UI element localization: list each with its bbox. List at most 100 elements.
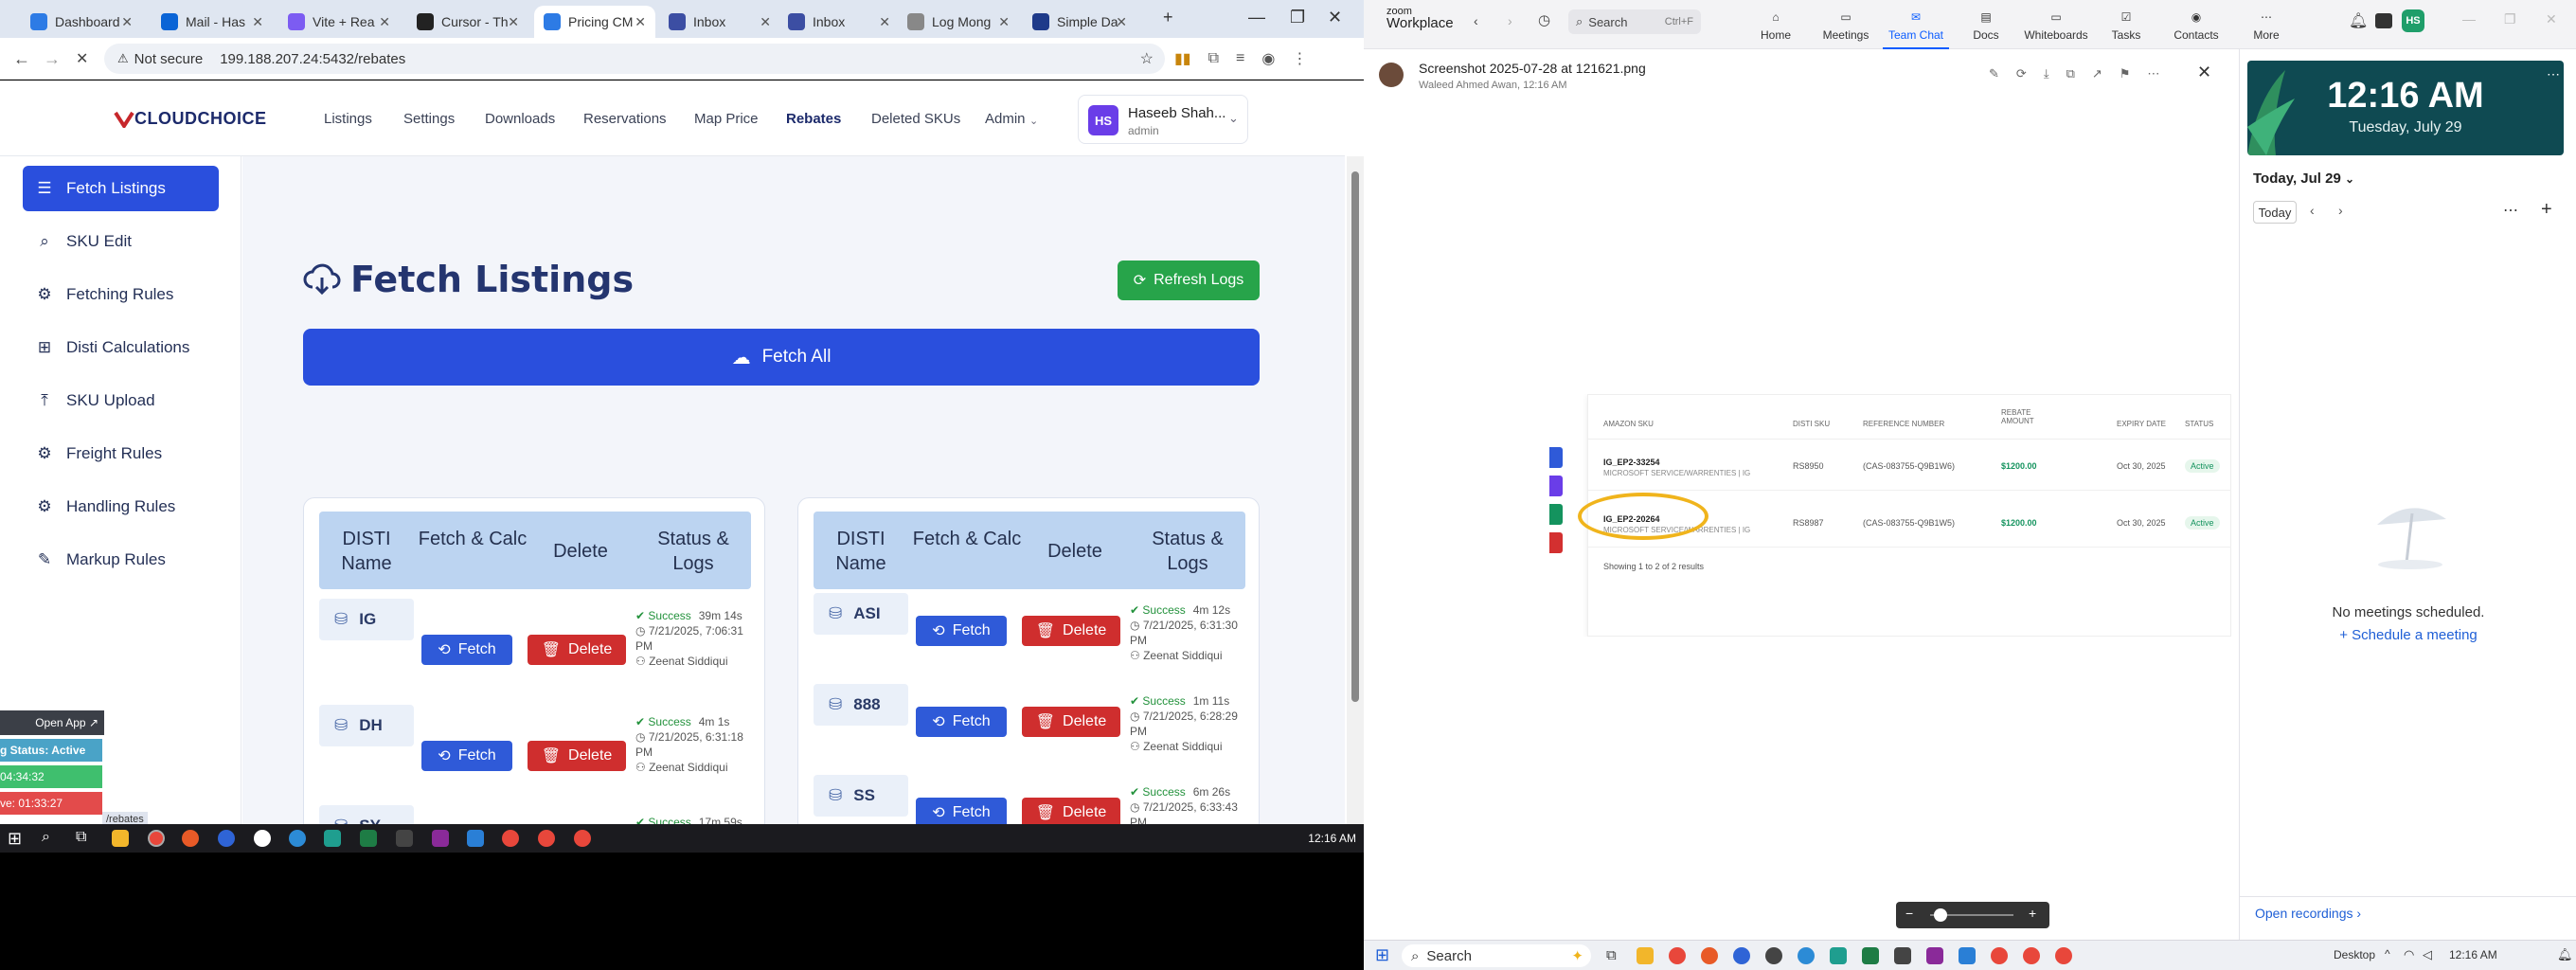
app-icon[interactable] bbox=[289, 830, 306, 847]
tray-chevron-icon[interactable]: ^ bbox=[2385, 947, 2390, 961]
zoom-search-input[interactable]: ⌕ Search Ctrl+F bbox=[1568, 9, 1701, 34]
history-icon[interactable]: ◷ bbox=[1538, 11, 1550, 28]
onenote-icon[interactable] bbox=[1926, 947, 1943, 964]
copy-icon[interactable]: ⧉ bbox=[2066, 66, 2075, 81]
fetch-button[interactable]: ⟲ Fetch bbox=[916, 798, 1007, 824]
refresh-logs-button[interactable]: ⟳ Refresh Logs bbox=[1118, 260, 1260, 300]
chrome-icon[interactable] bbox=[1991, 947, 2008, 964]
rotate-icon[interactable]: ⟳ bbox=[2016, 66, 2027, 81]
browser-tab[interactable]: Dashboard ✕ bbox=[21, 6, 142, 38]
firefox-icon[interactable] bbox=[1701, 947, 1718, 964]
chrome-icon[interactable] bbox=[2055, 947, 2072, 964]
file-explorer-icon[interactable] bbox=[1637, 947, 1654, 964]
task-view-icon[interactable]: ⧉ bbox=[1606, 947, 1617, 963]
today-button[interactable]: Today bbox=[2253, 201, 2297, 224]
vscode-icon[interactable] bbox=[1959, 947, 1976, 964]
tab-close-icon[interactable]: ✕ bbox=[879, 14, 890, 30]
zoom-nav-home[interactable]: ⌂ Home bbox=[1743, 6, 1809, 42]
cloudchoice-logo[interactable]: CLOUDCHOICE bbox=[114, 109, 267, 129]
nav-map-price[interactable]: Map Price bbox=[694, 111, 759, 127]
day-selector[interactable]: Today, Jul 29 ⌄ bbox=[2253, 171, 2354, 187]
menu-icon[interactable]: ⋮ bbox=[1292, 49, 1307, 68]
nav-settings[interactable]: Settings bbox=[403, 111, 455, 127]
tab-close-icon[interactable]: ✕ bbox=[252, 14, 263, 30]
tab-close-icon[interactable]: ✕ bbox=[121, 14, 133, 30]
zoom-nav-team-chat[interactable]: ✉ Team Chat bbox=[1883, 6, 1949, 49]
fetch-button[interactable]: ⟲ Fetch bbox=[916, 707, 1007, 737]
terminal-icon[interactable] bbox=[396, 830, 413, 847]
zoom-slider[interactable]: − + bbox=[1896, 902, 2049, 928]
more-icon[interactable]: ⋯ bbox=[2547, 66, 2560, 82]
nav-admin[interactable]: Admin bbox=[985, 111, 1026, 127]
fetch-all-button[interactable]: ☁ Fetch All bbox=[303, 329, 1260, 386]
next-day-icon[interactable]: › bbox=[2338, 203, 2343, 218]
notification-bell-icon[interactable]: 🔔︎ bbox=[2557, 947, 2573, 962]
browser-tab[interactable]: Inbox ✕ bbox=[659, 6, 780, 38]
media-icon[interactable]: ≡ bbox=[1236, 50, 1244, 67]
bookmark-star-icon[interactable]: ☆ bbox=[1140, 49, 1154, 68]
nav-rebates[interactable]: Rebates bbox=[786, 111, 841, 127]
volume-icon[interactable]: ◁ bbox=[2423, 947, 2432, 962]
browser-tab[interactable]: Pricing CM ✕ bbox=[534, 6, 655, 38]
excel-icon[interactable] bbox=[1862, 947, 1879, 964]
forward-icon[interactable]: → bbox=[44, 49, 61, 69]
sidebar-item-sku-upload[interactable]: ⤒ SKU Upload bbox=[23, 378, 219, 423]
wifi-icon[interactable]: ◠ bbox=[2404, 947, 2414, 962]
zoom-out-icon[interactable]: − bbox=[1905, 906, 1913, 921]
bookmark-icon[interactable]: ⚑ bbox=[2120, 66, 2131, 81]
profile-icon[interactable]: ◉ bbox=[1261, 49, 1275, 68]
chrome-icon[interactable] bbox=[538, 830, 555, 847]
slider-thumb[interactable] bbox=[1934, 908, 1947, 922]
tab-close-icon[interactable]: ✕ bbox=[760, 14, 771, 30]
open-app-button[interactable]: Open App ↗ bbox=[0, 710, 104, 735]
browser-tab[interactable]: Simple Da ✕ bbox=[1023, 6, 1136, 38]
delete-button[interactable]: 🗑︎ Delete bbox=[1022, 616, 1120, 646]
browser-tab[interactable]: Vite + Rea ✕ bbox=[278, 6, 400, 38]
more-icon[interactable]: ⋯ bbox=[2503, 201, 2518, 220]
delete-button[interactable]: 🗑︎ Delete bbox=[528, 741, 626, 771]
prev-day-icon[interactable]: ‹ bbox=[2310, 203, 2315, 218]
extension-icon[interactable]: ▮▮ bbox=[1174, 49, 1191, 68]
tab-add-icon[interactable]: + bbox=[1163, 8, 1173, 27]
fetch-button[interactable]: ⟲ Fetch bbox=[916, 616, 1007, 646]
zoom-in-icon[interactable]: + bbox=[2029, 906, 2036, 921]
minimize-icon[interactable]: — bbox=[2462, 11, 2476, 27]
chrome-icon[interactable] bbox=[148, 830, 165, 847]
sidebar-item-fetching-rules[interactable]: ⚙ Fetching Rules bbox=[23, 272, 219, 317]
zoom-nav-meetings[interactable]: ▭ Meetings bbox=[1813, 6, 1879, 42]
zoom-avatar[interactable]: HS bbox=[2402, 9, 2424, 32]
search-icon[interactable]: ⌕ bbox=[42, 829, 50, 846]
browser-tab[interactable]: Mail - Has ✕ bbox=[152, 6, 273, 38]
tab-close-icon[interactable]: ✕ bbox=[998, 14, 1010, 30]
tab-close-icon[interactable]: ✕ bbox=[635, 14, 646, 30]
page-scrollbar[interactable] bbox=[1347, 156, 1364, 824]
clock-app-icon[interactable] bbox=[1765, 947, 1782, 964]
onenote-icon[interactable] bbox=[432, 830, 449, 847]
back-icon[interactable]: ← bbox=[13, 49, 30, 69]
sidebar-item-freight-rules[interactable]: ⚙ Freight Rules bbox=[23, 431, 219, 476]
nav-downloads[interactable]: Downloads bbox=[485, 111, 555, 127]
close-icon[interactable]: ✕ bbox=[2546, 11, 2557, 27]
chrome-icon[interactable] bbox=[1669, 947, 1686, 964]
edit-icon[interactable]: ✎ bbox=[1989, 66, 1999, 81]
file-explorer-icon[interactable] bbox=[112, 830, 129, 847]
tab-close-icon[interactable]: ✕ bbox=[379, 14, 390, 30]
delete-button[interactable]: 🗑︎ Delete bbox=[1022, 707, 1120, 737]
stop-icon[interactable]: ✕ bbox=[76, 49, 88, 68]
schedule-meeting-link[interactable]: + Schedule a meeting bbox=[2240, 627, 2576, 643]
fetch-button[interactable]: ⟲ Fetch bbox=[421, 741, 512, 771]
close-window-icon[interactable]: ✕ bbox=[1328, 8, 1342, 27]
share-icon[interactable]: ↗ bbox=[2092, 66, 2102, 81]
add-event-icon[interactable]: + bbox=[2541, 199, 2552, 221]
puzzle-icon[interactable]: ⧉ bbox=[1208, 50, 1219, 67]
task-view-icon[interactable]: ⧉ bbox=[76, 829, 86, 846]
sidebar-item-fetch-listings[interactable]: ☰ Fetch Listings bbox=[23, 166, 219, 211]
clock-app-icon[interactable] bbox=[254, 830, 271, 847]
nav-deleted-skus[interactable]: Deleted SKUs bbox=[871, 111, 960, 127]
download-icon[interactable]: ⤓ bbox=[2044, 66, 2049, 81]
browser-tab[interactable]: Log Mong ✕ bbox=[898, 6, 1019, 38]
desktop-label[interactable]: Desktop bbox=[2334, 948, 2375, 961]
tab-close-icon[interactable]: ✕ bbox=[508, 14, 519, 30]
app-icon[interactable] bbox=[1830, 947, 1847, 964]
windows-start-icon[interactable]: ⊞ bbox=[8, 829, 22, 849]
